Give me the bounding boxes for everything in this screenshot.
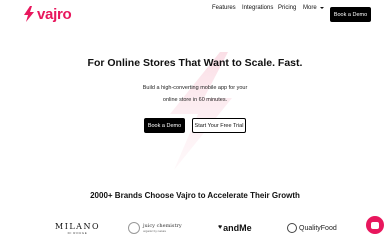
nav-pricing[interactable]: Pricing: [278, 5, 296, 11]
hero-subtitle: Build a high-converting mobile app for y…: [0, 82, 390, 106]
chat-icon: [371, 221, 379, 229]
brand-logo-qualityfood: QualityFood: [287, 223, 337, 233]
hero-subtitle-line-2: online store in 60 minutes.: [162, 97, 228, 103]
site-header: vajro Features Integrations Pricing More…: [0, 0, 390, 30]
chat-button[interactable]: [366, 216, 384, 234]
hero-book-demo-button[interactable]: Book a Demo: [144, 118, 185, 133]
juicy-circle-icon: [128, 222, 140, 234]
qualityfood-circle-icon: [287, 223, 297, 233]
nav-more-label: More: [303, 5, 317, 11]
nav-features[interactable]: Features: [212, 5, 236, 11]
start-free-trial-button[interactable]: Start Your Free Trial: [192, 118, 246, 133]
chevron-down-icon: [319, 7, 324, 9]
vajro-logo[interactable]: vajro: [23, 5, 72, 23]
brand-logo-andme: ♥ andMe: [218, 223, 252, 233]
hero-title: For Online Stores That Want to Scale. Fa…: [87, 57, 303, 69]
heart-icon: ♥: [218, 224, 223, 231]
brand-logo-milano: MILANO DI ROUGE: [55, 222, 100, 235]
milano-tagline: DI ROUGE: [67, 231, 88, 235]
andme-name: andMe: [223, 223, 252, 233]
hero-subtitle-line-1: Build a high-converting mobile app for y…: [142, 85, 248, 91]
logo-text: vajro: [37, 5, 72, 23]
milano-name: MILANO: [55, 222, 100, 231]
brand-logo-juicy-chemistry: juicy chemistry organic by nature: [128, 222, 182, 234]
lightning-bolt-icon: [24, 6, 34, 22]
brands-title: 2000+ Brands Choose Vajro to Accelerate …: [90, 191, 300, 200]
nav-more[interactable]: More: [303, 5, 324, 11]
qualityfood-name: QualityFood: [299, 224, 337, 232]
background-bolt-graphic: [170, 52, 232, 170]
nav-integrations[interactable]: Integrations: [242, 5, 273, 11]
juicy-tagline: organic by nature: [143, 229, 167, 233]
header-book-demo-button[interactable]: Book a Demo: [330, 7, 371, 22]
